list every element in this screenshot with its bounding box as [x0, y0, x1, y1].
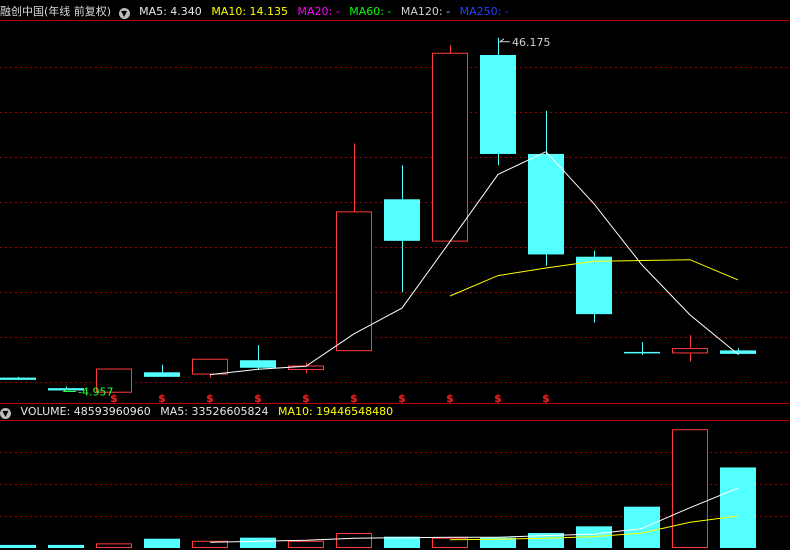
price-ma-lines: [209, 151, 739, 376]
min-label: -4.957: [78, 385, 113, 398]
candle-body: [240, 360, 276, 368]
marker-label: $: [398, 392, 406, 405]
ma5-label: MA5: 4.340: [139, 5, 202, 18]
volume-bar: [336, 533, 372, 549]
marker-label: $: [542, 392, 550, 405]
grid-lines: [0, 20, 790, 517]
candlestick-chart: $ $ $ $ $ $ $ $ $ $ 46.175-4.957: [0, 20, 790, 549]
volume-bar: [624, 506, 660, 548]
volume-bar: [240, 537, 276, 548]
volume-bar: [720, 467, 756, 548]
ma120-label: MA120: -: [400, 5, 451, 18]
candle-body: [624, 351, 660, 354]
chevron-down-icon[interactable]: ▼: [0, 408, 11, 419]
ma5-line: [209, 151, 739, 376]
volume-bar: [672, 429, 708, 549]
candle-body: [384, 199, 420, 241]
candle-body: [528, 153, 564, 255]
volume-legend: ▼ VOLUME: 48593960960 MA5: 33526605824 M…: [0, 404, 399, 420]
volume-bar: [0, 544, 36, 548]
candle-body: [480, 54, 516, 154]
max-pointer: [498, 38, 510, 43]
volume-bar: [288, 540, 324, 549]
candle-body: [144, 372, 180, 377]
ma20-label: MA20: -: [297, 5, 340, 18]
volume-ma5-label: MA5: 33526605824: [160, 405, 269, 418]
ma10-label: MA10: 14.135: [211, 5, 289, 18]
candles: [0, 37, 756, 393]
volume-bar: [384, 536, 420, 548]
volume-bars: [0, 429, 756, 549]
ma60-label: MA60: -: [349, 5, 392, 18]
candle-body: [0, 377, 36, 380]
candle-body: [336, 211, 372, 352]
volume-bar: [96, 543, 132, 549]
candle-body: [720, 350, 756, 354]
candle-body: [672, 348, 708, 354]
volume-label: VOLUME: 48593960960: [20, 405, 151, 418]
ma250-label: MA250: -: [459, 5, 509, 18]
marker-label: $: [494, 392, 502, 405]
chevron-down-icon[interactable]: ▼: [118, 8, 130, 19]
marker-label: $: [446, 392, 454, 405]
price-annotations: 46.175 -4.957: [62, 36, 551, 398]
candle-body: [576, 256, 612, 315]
volume-bar: [144, 538, 180, 548]
price-legend: 融创中国(年线 前复权) ▼ MA5: 4.340 MA10: 14.135 M…: [0, 4, 515, 20]
volume-ma10-label: MA10: 19446548480: [277, 405, 394, 418]
chart-title: 融创中国(年线 前复权): [0, 5, 112, 18]
candle-body: [432, 52, 468, 242]
max-label: 46.175: [512, 36, 551, 49]
volume-bar: [48, 544, 84, 548]
candle-body: [192, 358, 228, 375]
